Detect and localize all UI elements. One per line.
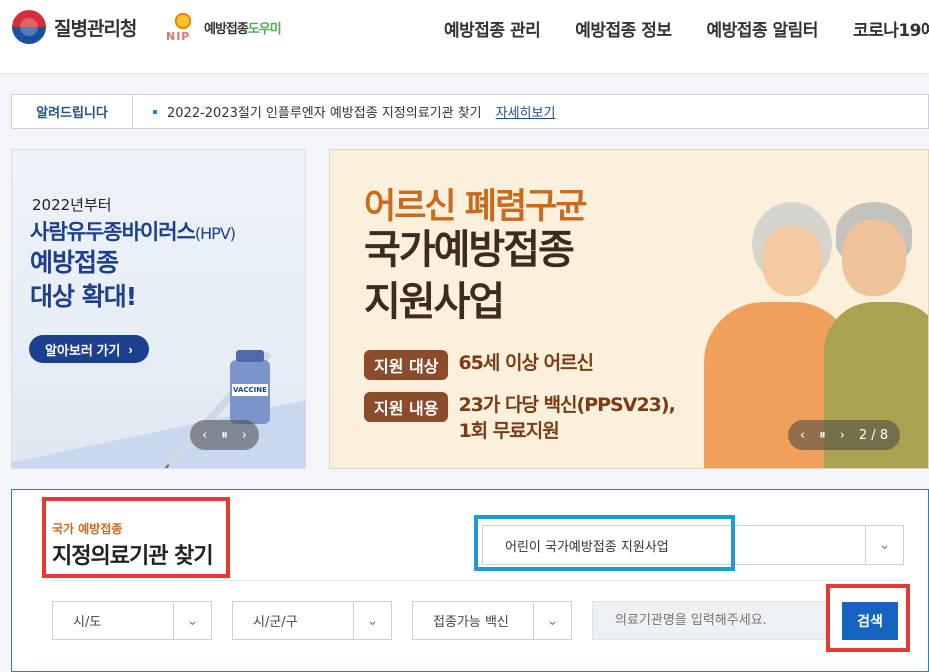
chevron-down-icon[interactable]: ⌄	[353, 602, 391, 639]
notice-more-link[interactable]: 자세히보기	[496, 102, 556, 121]
highlight-box-program	[474, 515, 735, 571]
sigungu-select[interactable]: 시/군/구 ⌄	[232, 601, 392, 640]
notice-bar: 알려드립니다 2022-2023절기 인플루엔자 예방접종 지정의료기관 찾기 …	[11, 94, 929, 129]
highlight-box-search	[826, 584, 910, 652]
next-icon[interactable]: ›	[242, 428, 247, 443]
nav-covid19[interactable]: 코로나19예	[853, 16, 929, 41]
nip-letters: NIP	[166, 30, 191, 43]
nip-logo[interactable]: NIP 예방접종도우미	[166, 10, 282, 44]
kdca-logo[interactable]: 질병관리청	[12, 10, 137, 44]
banner-title: 어르신 폐렴구균	[364, 187, 588, 227]
chevron-down-icon[interactable]: ⌄	[533, 602, 571, 639]
banner-title: 사람유두종바이러스(HPV)	[30, 220, 236, 244]
hpv-banner[interactable]: 2022년부터 사람유두종바이러스(HPV) 예방접종 대상 확대! 알아보러 가…	[11, 149, 306, 469]
taegeuk-emblem-icon	[12, 10, 46, 44]
support-content-row: 지원 내용 23가 다당 백신(PPSV23), 1회 무료지원	[364, 392, 676, 444]
slide-counter: 2 / 8	[858, 427, 889, 443]
banner-title-main: 국가예방접종 지원사업	[364, 227, 575, 325]
prev-icon[interactable]: ‹	[202, 428, 207, 443]
notice-tag: 알려드립니다	[12, 95, 133, 128]
chevron-down-icon[interactable]: ⌄	[865, 526, 903, 564]
support-content-value: 23가 다당 백신(PPSV23), 1회 무료지원	[458, 394, 675, 442]
clinic-name-input[interactable]	[592, 601, 826, 640]
banner-year: 2022년부터	[32, 196, 112, 214]
support-target-value: 65세 이상 어르신	[458, 352, 594, 374]
pause-icon[interactable]: ⏸	[819, 428, 826, 443]
vaccine-vial-icon: VACCINE	[230, 350, 270, 424]
prev-icon[interactable]: ‹	[800, 428, 805, 443]
nav-vaccination-management[interactable]: 예방접종 관리	[444, 16, 541, 41]
nav-vaccination-info[interactable]: 예방접종 정보	[575, 16, 672, 41]
sido-select[interactable]: 시/도 ⌄	[52, 601, 212, 640]
support-content-label: 지원 내용	[364, 392, 449, 422]
org-name: 질병관리청	[54, 17, 137, 40]
learn-more-button[interactable]: 알아보러 가기 ›	[29, 335, 149, 363]
support-target-label: 지원 대상	[364, 350, 449, 380]
support-target-row: 지원 대상 65세 이상 어르신	[364, 350, 594, 380]
main-nav: 예방접종 관리 예방접종 정보 예방접종 알림터 코로나19예	[444, 16, 929, 41]
next-icon[interactable]: ›	[840, 428, 845, 443]
slider-controls: ‹ ⏸ ›	[190, 420, 259, 450]
bullet-icon	[153, 109, 157, 114]
chevron-right-icon: ›	[128, 341, 133, 357]
highlight-box-title	[42, 497, 230, 578]
slider-controls: ‹ ⏸ › 2 / 8	[788, 420, 901, 450]
banner-title-line2: 예방접종 대상 확대!	[30, 248, 137, 311]
nip-name: 예방접종도우미	[204, 21, 282, 37]
vaccine-select[interactable]: 접종가능 백신 ⌄	[412, 601, 572, 640]
pause-icon[interactable]: ⏸	[221, 428, 228, 443]
nip-sun-icon: NIP	[166, 10, 200, 44]
pneumococcal-banner[interactable]: 어르신 폐렴구균 국가예방접종 지원사업 지원 대상 65세 이상 어르신 지원 …	[329, 149, 929, 469]
nav-vaccination-notice[interactable]: 예방접종 알림터	[707, 16, 819, 41]
notice-text[interactable]: 2022-2023절기 인플루엔자 예방접종 지정의료기관 찾기	[167, 102, 482, 121]
site-header: 질병관리청 NIP 예방접종도우미 예방접종 관리 예방접종 정보 예방접종 알…	[0, 0, 929, 74]
divider	[52, 580, 904, 581]
chevron-down-icon[interactable]: ⌄	[173, 602, 211, 639]
